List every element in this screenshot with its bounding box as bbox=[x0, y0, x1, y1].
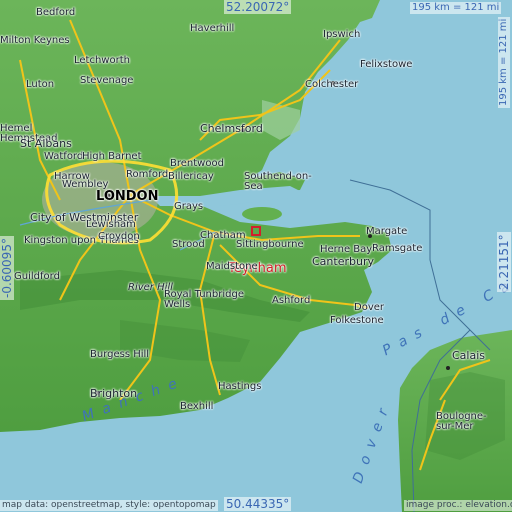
label-luton[interactable]: Luton bbox=[26, 80, 54, 90]
label-dover[interactable]: Dover bbox=[354, 303, 384, 313]
scale-bar-side: 195 km = 121 mi bbox=[498, 16, 510, 108]
attribution-map-data[interactable]: map data: openstreetmap, style: opentopo… bbox=[0, 500, 218, 511]
label-margate[interactable]: Margate bbox=[366, 227, 407, 237]
label-grays[interactable]: Grays bbox=[174, 202, 203, 212]
label-watford[interactable]: Watford bbox=[44, 152, 83, 162]
map-base bbox=[0, 0, 512, 512]
label-ramsgate[interactable]: Ramsgate bbox=[372, 244, 422, 254]
label-calais[interactable]: Calais bbox=[452, 350, 485, 361]
label-ashford[interactable]: Ashford bbox=[272, 296, 310, 306]
label-sittingbourne[interactable]: Sittingbourne bbox=[236, 240, 304, 250]
label-romford[interactable]: Romford bbox=[126, 170, 168, 180]
label-burgess-hill[interactable]: Burgess Hill bbox=[90, 350, 149, 360]
label-strood[interactable]: Strood bbox=[172, 240, 205, 250]
label-ipswich[interactable]: Ipswich bbox=[323, 30, 360, 40]
label-croydon[interactable]: Croydon bbox=[98, 232, 140, 242]
label-royal-tunbridge-wells[interactable]: Royal Tunbridge Wells bbox=[164, 290, 244, 310]
label-haverhill[interactable]: Haverhill bbox=[190, 24, 234, 34]
label-guildford[interactable]: Guildford bbox=[14, 272, 60, 282]
label-st-albans[interactable]: St Albans bbox=[20, 138, 72, 149]
label-hastings[interactable]: Hastings bbox=[218, 382, 261, 392]
isle-of-sheppey bbox=[242, 207, 282, 221]
coord-west: -0.60095° bbox=[0, 236, 14, 300]
label-high-barnet[interactable]: High Barnet bbox=[82, 152, 142, 162]
label-chelmsford[interactable]: Chelmsford bbox=[200, 123, 263, 134]
label-bedford[interactable]: Bedford bbox=[36, 8, 75, 18]
label-stevenage[interactable]: Stevenage bbox=[80, 76, 133, 86]
label-brentwood[interactable]: Brentwood bbox=[170, 159, 224, 169]
label-colchester[interactable]: Colchester bbox=[305, 80, 358, 90]
label-maidstone[interactable]: Maidstone bbox=[206, 262, 258, 272]
label-folkestone[interactable]: Folkestone bbox=[330, 316, 384, 326]
coord-north: 52.20072° bbox=[224, 0, 292, 14]
label-london[interactable]: LONDON bbox=[96, 190, 158, 203]
coord-east: 2.21151° bbox=[497, 232, 511, 292]
label-lewisham[interactable]: Lewisham bbox=[86, 220, 136, 230]
label-milton-keynes[interactable]: Milton Keynes bbox=[0, 36, 70, 46]
label-boulogne-sur-mer[interactable]: Boulogne-sur-Mer bbox=[436, 412, 496, 432]
map-canvas[interactable]: Bedford Milton Keynes Luton Letchworth S… bbox=[0, 0, 512, 512]
label-herne-bay[interactable]: Herne Bay bbox=[320, 245, 372, 255]
label-felixstowe[interactable]: Felixstowe bbox=[360, 60, 412, 70]
label-letchworth[interactable]: Letchworth bbox=[74, 56, 130, 66]
scale-bar-top: 195 km = 121 mi bbox=[410, 2, 502, 14]
label-southend-on-sea[interactable]: Southend-on-Sea bbox=[244, 172, 314, 192]
label-billericay[interactable]: Billericay bbox=[168, 172, 214, 182]
coord-south: 50.44335° bbox=[224, 497, 292, 511]
attribution-image-proc[interactable]: image proc.: elevation.city bbox=[404, 500, 512, 511]
label-bexhill[interactable]: Bexhill bbox=[180, 402, 213, 412]
label-canterbury[interactable]: Canterbury bbox=[312, 256, 374, 267]
